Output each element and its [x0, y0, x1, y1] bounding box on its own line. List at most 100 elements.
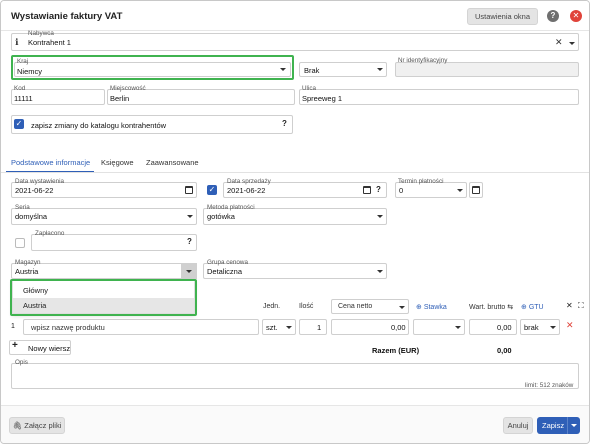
calendar-icon[interactable]	[185, 186, 193, 194]
col-gtu-label: GTU	[528, 304, 544, 311]
warehouse-label: Magazyn	[15, 259, 41, 266]
product-placeholder: wpisz nazwę produktu	[31, 323, 105, 332]
save-label: Zapisz	[542, 421, 565, 430]
add-row-label: Nowy wiersz	[28, 344, 71, 353]
clear-icon[interactable]: ✕	[555, 37, 563, 48]
postal-code-value: 11111	[14, 94, 33, 103]
col-gross-value: Wart. brutto ⇆	[469, 304, 514, 311]
fullscreen-icon[interactable]: ⛶	[578, 301, 584, 311]
sale-date-value: 2021-06-22	[227, 186, 266, 195]
chevron-down-icon[interactable]	[377, 270, 383, 273]
col-gross-label: Wart. brutto	[469, 304, 506, 311]
window-title: Wystawianie faktury VAT	[11, 11, 123, 22]
col-unit: Jedn.	[263, 303, 281, 310]
help-icon[interactable]: ?	[187, 237, 192, 246]
col-gtu[interactable]: ⊕ GTU	[521, 303, 544, 311]
contractor-field[interactable]	[11, 33, 579, 51]
close-icon[interactable]: ✕	[566, 301, 573, 310]
contractor-label: Nabywca	[28, 30, 54, 37]
help-icon[interactable]: ?	[547, 10, 559, 22]
chevron-down-icon[interactable]	[571, 424, 577, 427]
chevron-down-icon	[399, 306, 405, 309]
attach-files-button[interactable]: 🖇 Załącz pliki	[9, 417, 65, 434]
chevron-down-icon	[286, 326, 292, 329]
save-split-divider	[567, 417, 568, 434]
chevron-down-icon[interactable]	[377, 68, 383, 71]
gtu-value: brak	[524, 323, 539, 332]
col-qty: Ilość	[299, 303, 314, 310]
attach-files-label: Załącz pliki	[24, 421, 62, 430]
description-limit: limit: 512 znaków	[525, 382, 574, 389]
sale-date-checkbox[interactable]: ✓	[207, 185, 217, 195]
tax-id-label: Nr identyfikacyjny	[398, 57, 448, 64]
issue-date-value: 2021-06-22	[15, 186, 54, 195]
series-value: domyślna	[15, 212, 48, 221]
description-label: Opis	[15, 359, 28, 366]
contractor-value: Kontrahent 1	[28, 38, 71, 47]
city-value: Berlin	[110, 94, 130, 103]
id-type-value: Brak	[304, 66, 320, 75]
tab-advanced[interactable]: Zaawansowane	[146, 158, 199, 167]
chevron-down-icon[interactable]	[569, 42, 575, 45]
save-changes-label: zapisz zmiany do katalogu kontrahentów	[31, 121, 167, 130]
payment-method-value: gotówka	[207, 212, 235, 221]
help-icon[interactable]: ?	[376, 185, 381, 194]
chevron-down-icon	[186, 270, 192, 273]
payment-term-label: Termin płatności	[398, 178, 444, 185]
title-bar: Wystawianie faktury VAT Ustawienia okna …	[1, 1, 589, 31]
window-settings-button[interactable]: Ustawienia okna	[467, 8, 538, 25]
issue-date-label: Data wystawienia	[15, 178, 64, 185]
plus-icon: +	[12, 340, 18, 351]
save-changes-checkbox[interactable]: ✓	[14, 119, 24, 129]
postal-code-label: Kod	[14, 85, 26, 92]
price-group-label: Grupa cenowa	[207, 259, 248, 266]
help-icon[interactable]: ?	[282, 119, 287, 128]
tab-basic-info[interactable]: Podstawowe informacje	[11, 158, 90, 167]
paid-label: Zapłacono	[35, 230, 65, 237]
row-number: 1	[11, 323, 15, 330]
total-label: Razem (EUR)	[372, 346, 420, 355]
delete-row-icon[interactable]: ✕	[566, 320, 574, 331]
chevron-down-icon[interactable]	[457, 189, 463, 192]
footer-bar: 🖇 Załącz pliki Anuluj Zapisz	[1, 405, 589, 443]
invoice-window: Wystawianie faktury VAT Ustawienia okna …	[0, 0, 590, 444]
warehouse-value: Austria	[15, 267, 39, 276]
qty-input[interactable]	[299, 319, 327, 335]
warehouse-dropdown-highlight	[10, 279, 197, 316]
close-icon[interactable]: ✕	[570, 10, 582, 22]
net-price-value: 0,00	[391, 323, 406, 332]
payment-method-label: Metoda płatności	[207, 204, 255, 211]
payment-term-value: 0	[399, 186, 404, 195]
total-value: 0,00	[497, 346, 512, 355]
city-label: Miejscowość	[110, 85, 146, 92]
cancel-button[interactable]: Anuluj	[503, 417, 533, 434]
sale-date-label: Data sprzedaży	[227, 178, 271, 185]
calendar-icon[interactable]	[363, 186, 371, 194]
paid-checkbox[interactable]	[15, 238, 25, 248]
price-group-value: Detaliczna	[207, 267, 243, 276]
unit-value: szt.	[266, 323, 278, 332]
country-highlight	[11, 55, 294, 80]
save-button[interactable]: Zapisz	[537, 417, 580, 434]
chevron-down-icon	[455, 326, 461, 329]
col-rate-label: Stawka	[423, 304, 447, 311]
chevron-down-icon[interactable]	[377, 215, 383, 218]
chevron-down-icon[interactable]	[280, 68, 286, 71]
chevron-down-icon	[550, 326, 556, 329]
col-net-price: Cena netto	[338, 303, 373, 310]
country-label: Kraj	[17, 58, 29, 65]
description-field[interactable]	[11, 363, 579, 389]
col-rate[interactable]: ⊕ Stawka	[416, 303, 447, 311]
paperclip-icon: 🖇	[12, 421, 23, 430]
chevron-down-icon[interactable]	[187, 215, 193, 218]
series-label: Seria	[15, 204, 30, 211]
tab-accounting[interactable]: Księgowe	[101, 158, 134, 167]
calendar-icon	[472, 186, 480, 194]
country-value: Niemcy	[17, 67, 43, 76]
tabs-divider	[1, 172, 589, 173]
street-value: Spreeweg 1	[302, 94, 343, 103]
tax-id-field[interactable]	[395, 62, 579, 77]
info-icon: ℹ	[15, 37, 19, 47]
street-label: Ulica	[302, 85, 316, 92]
qty-value: 1	[317, 323, 322, 332]
